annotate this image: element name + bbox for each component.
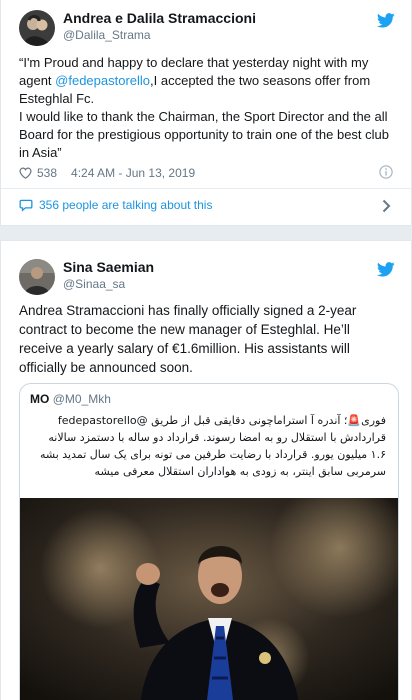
author-name[interactable]: Andrea e Dalila Stramaccioni (63, 10, 256, 27)
author-handle[interactable]: @Sinaa_sa (63, 276, 154, 292)
tweet-text: “I'm Proud and happy to declare that yes… (19, 54, 397, 162)
comment-bubble-icon (19, 199, 33, 212)
like-count[interactable]: 538 (37, 166, 57, 180)
author-block[interactable]: Sina Saemian @Sinaa_sa (63, 259, 154, 292)
author-block[interactable]: Andrea e Dalila Stramaccioni @Dalila_Str… (63, 10, 256, 43)
talking-link[interactable]: 356 people are talking about this (19, 198, 212, 212)
quote-author-name[interactable]: MO (30, 392, 49, 406)
mention-link[interactable]: @fedepastorello (55, 73, 150, 88)
twitter-bird-icon[interactable] (377, 262, 395, 277)
tweet-card: Andrea e Dalila Stramaccioni @Dalila_Str… (0, 0, 412, 226)
quote-author-handle[interactable]: @M0_Mkh (53, 392, 111, 406)
heart-icon[interactable] (19, 167, 32, 179)
tweet-text: Andrea Stramaccioni has finally official… (19, 303, 357, 375)
divider (1, 188, 411, 189)
author-handle[interactable]: @Dalila_Strama (63, 27, 256, 43)
avatar[interactable] (19, 10, 55, 46)
info-icon[interactable] (379, 165, 393, 179)
tweet-meta: 538 4:24 AM - Jun 13, 2019 (19, 164, 195, 182)
author-name[interactable]: Sina Saemian (63, 259, 154, 276)
twitter-bird-icon[interactable] (377, 13, 395, 28)
avatar[interactable] (19, 259, 55, 295)
coach-photo[interactable] (20, 498, 399, 700)
tweet-card: Sina Saemian @Sinaa_sa Andrea Stramaccio… (0, 240, 412, 700)
quote-author[interactable]: MO @M0_Mkh (30, 392, 111, 406)
chevron-right-icon[interactable] (382, 199, 391, 213)
timestamp[interactable]: 4:24 AM - Jun 13, 2019 (71, 166, 195, 180)
quote-text: فوری🚨؛ آندره آ استراماچونی دقایقی قبل از… (39, 414, 386, 478)
talking-count[interactable]: 356 people are talking about this (39, 198, 212, 212)
quoted-tweet[interactable]: MO @M0_Mkh فوری🚨؛ آندره آ استراماچونی دق… (19, 383, 399, 700)
